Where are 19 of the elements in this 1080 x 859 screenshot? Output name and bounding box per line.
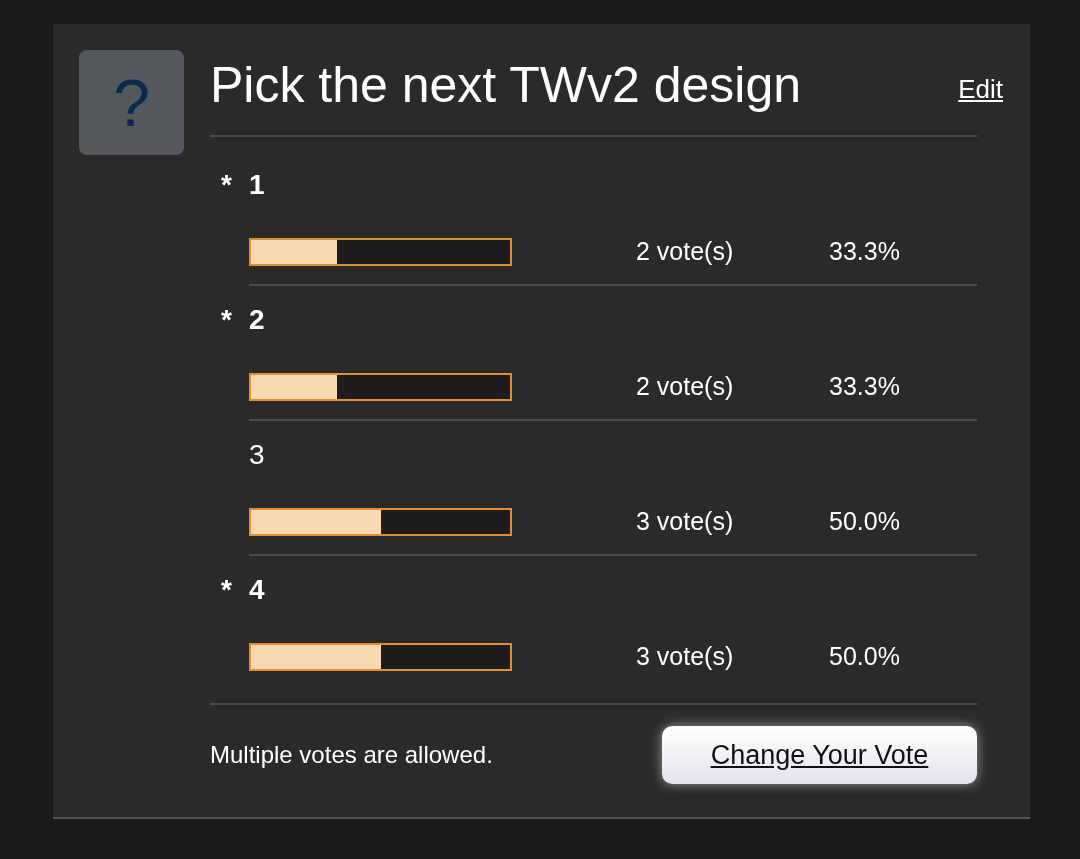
question-icon: ? — [79, 50, 184, 155]
vote-count: 3 vote(s) — [636, 507, 735, 536]
vote-percent: 33.3% — [829, 372, 901, 401]
poll-note: Multiple votes are allowed. — [210, 741, 493, 769]
vote-percent: 50.0% — [829, 507, 901, 536]
selected-marker: * — [221, 169, 233, 201]
vote-count: 2 vote(s) — [636, 372, 735, 401]
option-label: 4 — [249, 574, 265, 606]
vote-percent: 33.3% — [829, 237, 901, 266]
vote-count: 2 vote(s) — [636, 237, 735, 266]
change-vote-button[interactable]: Change Your Vote — [662, 726, 977, 784]
vote-percent: 50.0% — [829, 642, 901, 671]
option-label: 2 — [249, 304, 265, 336]
option-label: 1 — [249, 169, 265, 201]
edit-link[interactable]: Edit — [958, 74, 1003, 105]
selected-marker: * — [221, 574, 233, 606]
vote-count: 3 vote(s) — [636, 642, 735, 671]
selected-marker: * — [221, 304, 233, 336]
option-label: 3 — [249, 439, 265, 471]
